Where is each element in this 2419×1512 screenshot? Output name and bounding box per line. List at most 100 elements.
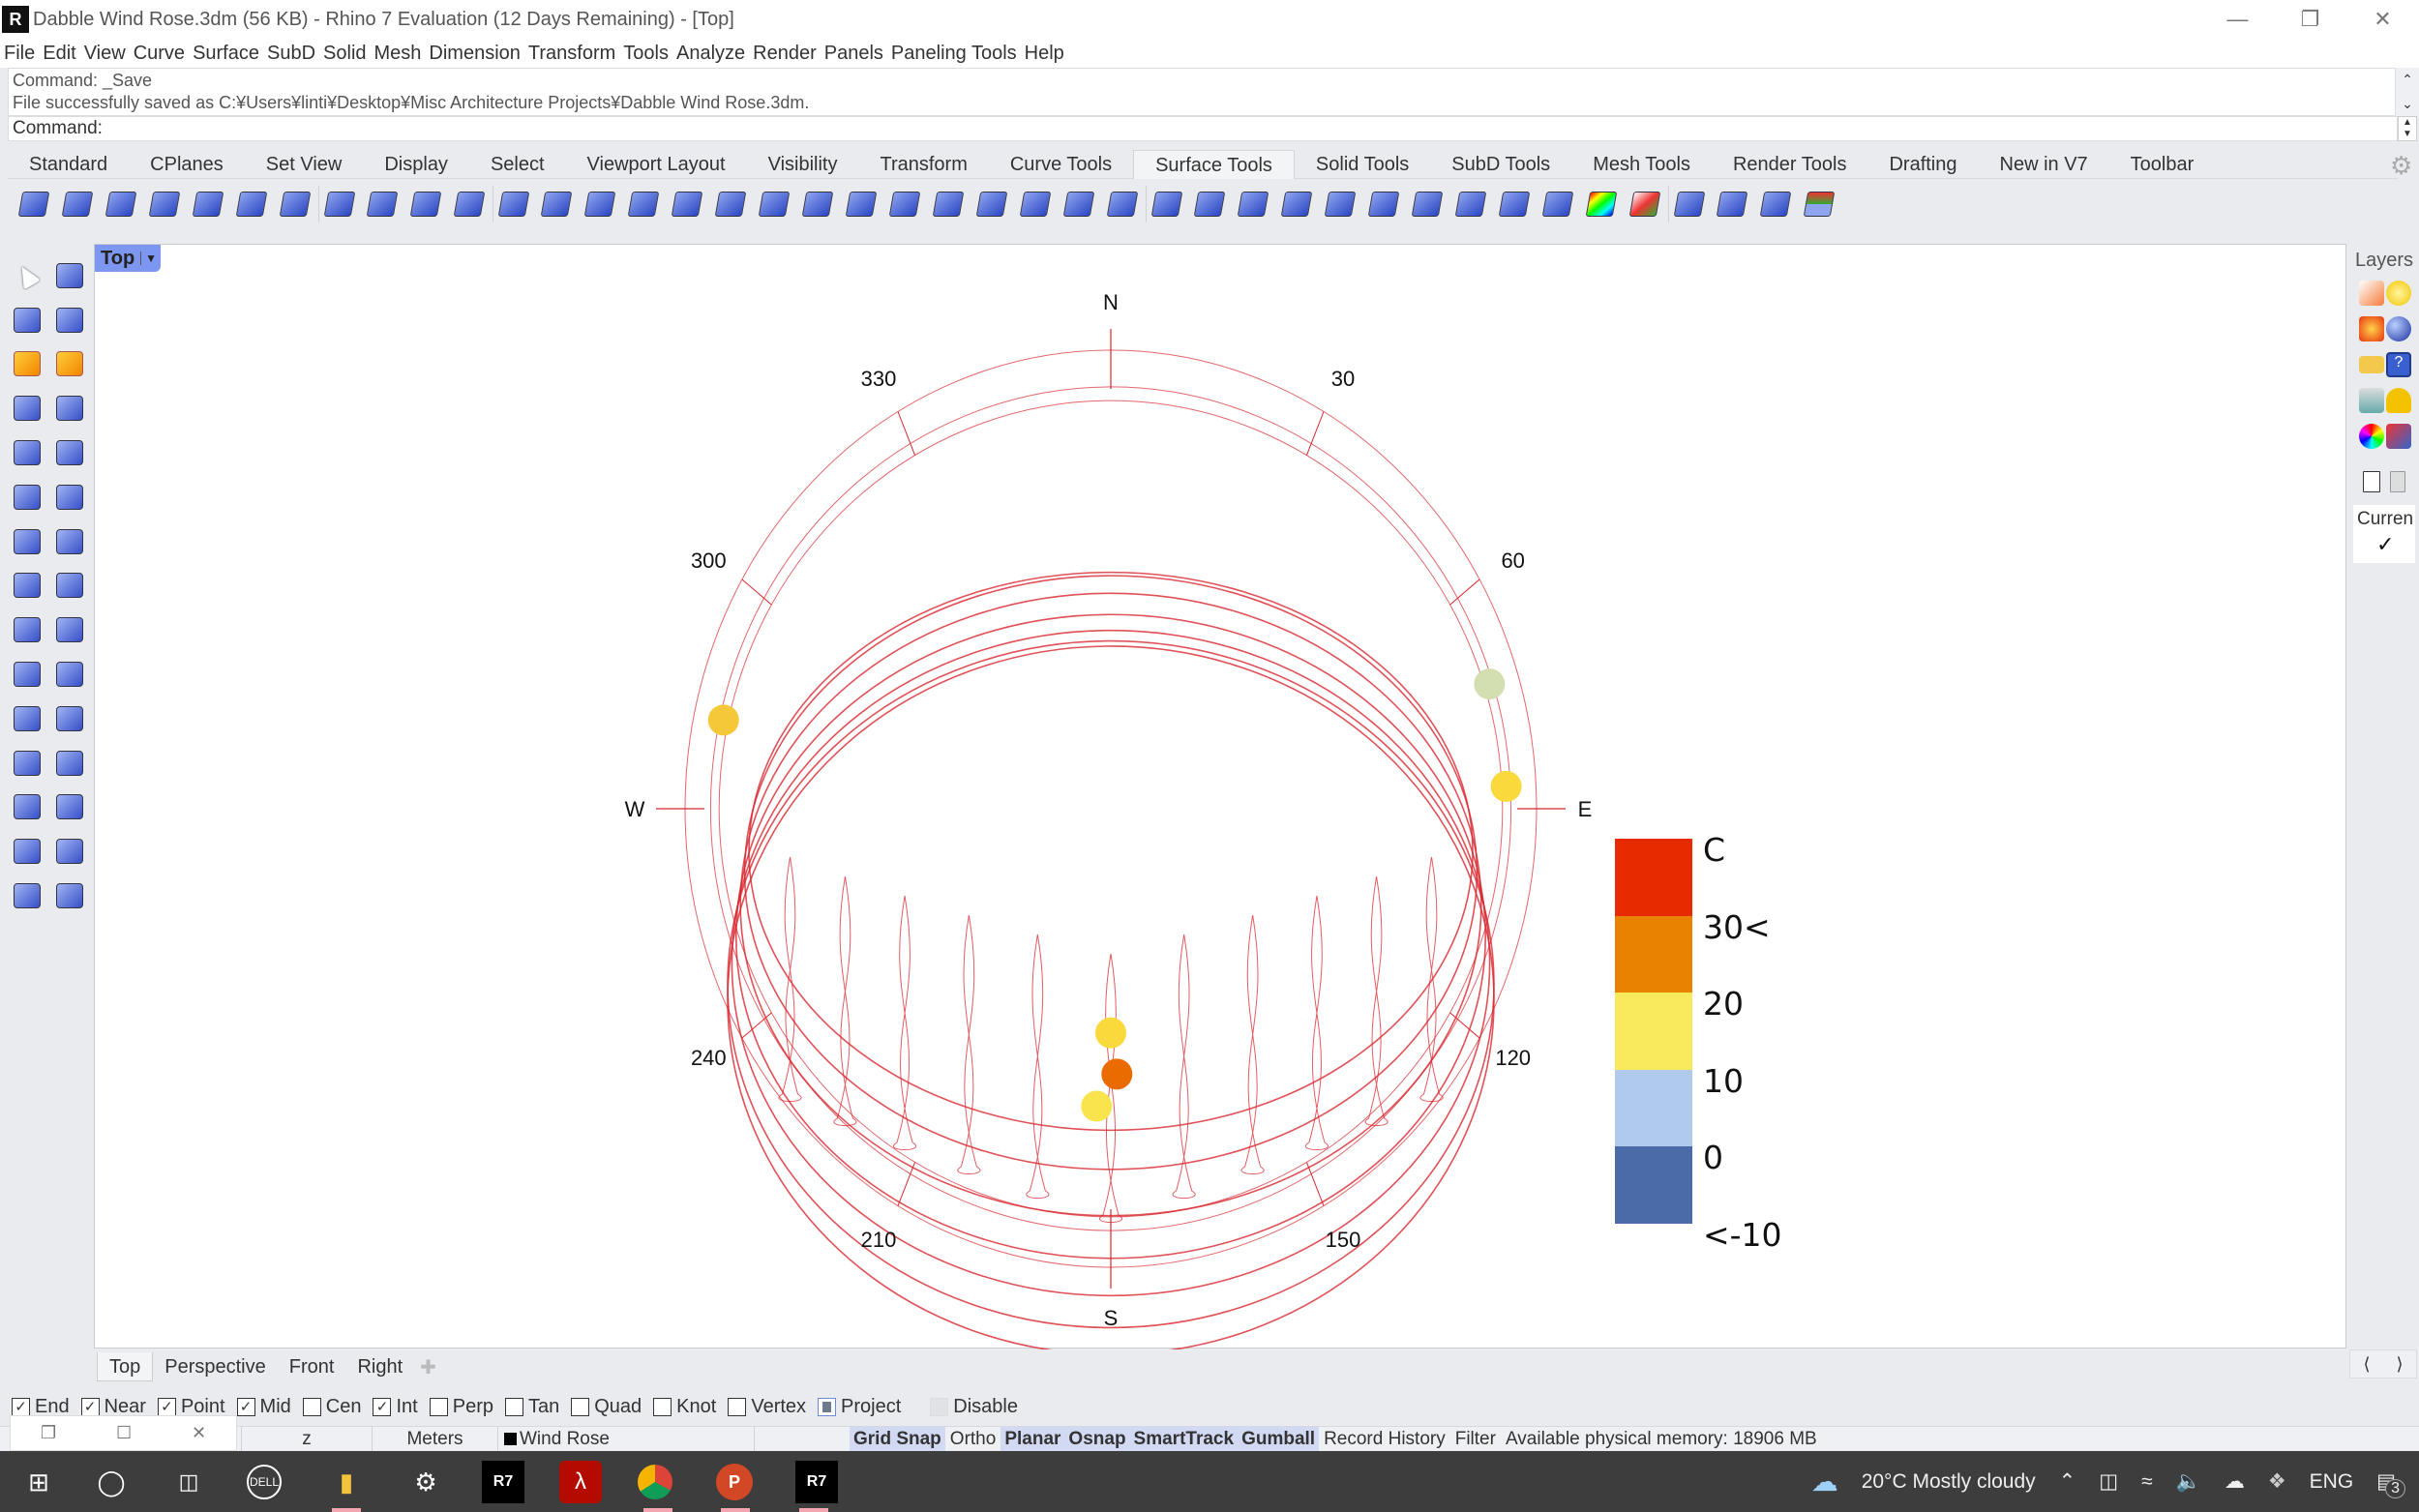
menu-surface[interactable]: Surface: [193, 43, 259, 65]
tab-select[interactable]: Select: [469, 150, 566, 179]
close-icon[interactable]: ✕: [192, 1423, 206, 1443]
transform-gumball-icon[interactable]: [48, 253, 91, 298]
checkbox[interactable]: [653, 1397, 672, 1416]
draft-angle-icon[interactable]: [1625, 186, 1665, 222]
tab-transform[interactable]: Transform: [858, 150, 988, 179]
chevron-left-icon[interactable]: ⟨: [2363, 1354, 2370, 1375]
menu-paneling-tools[interactable]: Paneling Tools: [891, 43, 1017, 65]
viewport-top[interactable]: Top ▼ 30 60 120 150 210 240 300 330 N E S W C 30< 2…: [94, 244, 2346, 1349]
language-indicator[interactable]: ENG: [2310, 1470, 2354, 1494]
point-grid-icon[interactable]: [48, 874, 91, 918]
explode-icon[interactable]: [48, 342, 91, 387]
checkbox[interactable]: [818, 1397, 837, 1416]
tab-subd-tools[interactable]: SubD Tools: [1430, 150, 1571, 179]
ribbon-icon[interactable]: [710, 186, 751, 222]
chevron-up-icon[interactable]: ⌃: [2402, 72, 2413, 88]
snapshot-icon[interactable]: [2386, 424, 2411, 449]
material-sphere-icon[interactable]: [2386, 316, 2411, 341]
chevron-up-icon[interactable]: ⌃: [2059, 1469, 2076, 1494]
osnap-cen[interactable]: Cen: [302, 1396, 361, 1418]
checkbox[interactable]: ✓: [12, 1397, 30, 1416]
chevron-down-icon[interactable]: ⌄: [2402, 96, 2413, 112]
tab-new-in-v7[interactable]: New in V7: [1979, 150, 2109, 179]
settings-icon[interactable]: ⚙: [404, 1461, 447, 1503]
heightfield-icon[interactable]: [48, 829, 91, 874]
surface-from-edge-curves-icon[interactable]: [57, 186, 98, 222]
analysis-mesh-icon[interactable]: [48, 608, 91, 652]
surface-planar-curves-icon[interactable]: [101, 186, 141, 222]
osnap-project[interactable]: Project: [818, 1396, 901, 1418]
sweep-1-rail-icon[interactable]: [362, 186, 403, 222]
battery-icon[interactable]: ◫: [2099, 1469, 2118, 1494]
extrude-curve-icon[interactable]: [493, 186, 533, 222]
vertical-plane-icon[interactable]: [48, 519, 91, 564]
environment-map-icon[interactable]: [1799, 186, 1839, 222]
toggle-ortho[interactable]: Ortho: [945, 1427, 1001, 1451]
untrim-icon[interactable]: [1059, 186, 1099, 222]
osnap-tan[interactable]: Tan: [504, 1396, 559, 1418]
add-viewport-icon[interactable]: ✚: [414, 1355, 442, 1379]
checkbox[interactable]: ✓: [373, 1397, 392, 1416]
remove-edges-icon[interactable]: [1538, 186, 1578, 222]
fillet-1-icon[interactable]: [6, 786, 48, 830]
extrude-to-point-icon[interactable]: [623, 186, 664, 222]
menu-mesh[interactable]: Mesh: [374, 43, 422, 65]
rhino-7-icon[interactable]: R7: [795, 1461, 838, 1503]
blend-surface-icon[interactable]: [797, 186, 838, 222]
notification-center-icon[interactable]: ▤ 3: [2376, 1469, 2405, 1498]
normals-up-icon[interactable]: [1712, 186, 1752, 222]
maximize-icon[interactable]: ☐: [116, 1423, 132, 1443]
menu-subd[interactable]: SubD: [267, 43, 315, 65]
control-points-icon[interactable]: [1233, 186, 1273, 222]
viewport-tab-right[interactable]: Right: [345, 1352, 414, 1381]
toggle-record-history[interactable]: Record History: [1319, 1427, 1450, 1451]
tab-render-tools[interactable]: Render Tools: [1712, 150, 1867, 179]
fillet-surface-icon[interactable]: [48, 430, 91, 475]
osnap-perp[interactable]: Perp: [429, 1396, 493, 1418]
osnap-vertex[interactable]: Vertex: [728, 1396, 806, 1418]
menu-solid[interactable]: Solid: [323, 43, 366, 65]
checkbox[interactable]: ✓: [80, 1397, 100, 1416]
weather-text[interactable]: 20°C Mostly cloudy: [1862, 1470, 2036, 1494]
menu-panels[interactable]: Panels: [824, 43, 883, 65]
cylinder-icon[interactable]: [1276, 186, 1317, 222]
minimize-button[interactable]: —: [2201, 0, 2274, 39]
tab-curve-tools[interactable]: Curve Tools: [989, 150, 1133, 179]
checkbox[interactable]: [504, 1397, 523, 1416]
new-layer-icon[interactable]: [2363, 471, 2380, 492]
select-pointer-icon[interactable]: [6, 253, 48, 298]
menu-analyze[interactable]: Analyze: [676, 43, 745, 65]
notification-bell-icon[interactable]: [2386, 388, 2411, 413]
offset-surface-icon[interactable]: [971, 186, 1012, 222]
tab-visibility[interactable]: Visibility: [747, 150, 859, 179]
triangle-surface-icon[interactable]: [1320, 186, 1360, 222]
checkbox[interactable]: ✓: [157, 1397, 176, 1416]
windows-start-icon[interactable]: ⊞: [17, 1461, 60, 1503]
wifi-icon[interactable]: ≈: [2141, 1470, 2153, 1494]
menu-curve[interactable]: Curve: [134, 43, 185, 65]
menu-view[interactable]: View: [84, 43, 126, 65]
sweep-2-rails-icon[interactable]: [405, 186, 446, 222]
command-history[interactable]: Command: _Save File successfully saved a…: [8, 68, 2396, 116]
restore-button[interactable]: ❐: [2274, 0, 2346, 39]
tab-display[interactable]: Display: [363, 150, 469, 179]
menu-help[interactable]: Help: [1025, 43, 1064, 65]
zebra-analysis-icon[interactable]: [1581, 186, 1622, 222]
help-icon[interactable]: ?: [2386, 352, 2411, 377]
current-layer-check-icon[interactable]: ✓: [2376, 532, 2394, 557]
tab-drafting[interactable]: Drafting: [1867, 150, 1978, 179]
sweep-icon[interactable]: [6, 475, 48, 519]
keyboard-icon[interactable]: [2359, 388, 2384, 413]
extrude-surface-icon[interactable]: [6, 652, 48, 697]
control-point-surface-icon[interactable]: [6, 564, 48, 608]
toggle-planar[interactable]: Planar: [1000, 1426, 1065, 1451]
dropbox-icon[interactable]: ❖: [2268, 1469, 2286, 1494]
properties-icon[interactable]: [2359, 281, 2384, 306]
revolve-icon[interactable]: [318, 186, 359, 222]
sweep-1-rail-icon[interactable]: [6, 741, 48, 786]
tab-surface-tools[interactable]: Surface Tools: [1133, 149, 1295, 179]
folder-icon[interactable]: [2359, 356, 2384, 373]
checkbox[interactable]: [302, 1397, 321, 1416]
color-wheel-icon[interactable]: [2359, 424, 2384, 449]
toggle-smarttrack[interactable]: SmartTrack: [1129, 1426, 1239, 1451]
